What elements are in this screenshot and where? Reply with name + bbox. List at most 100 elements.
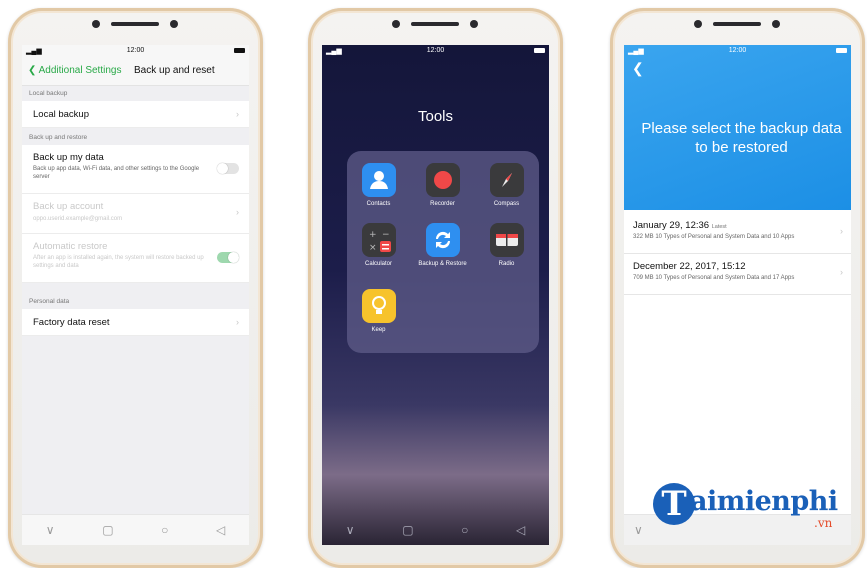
folder-title[interactable]: Tools: [322, 108, 549, 125]
backup-date: January 29, 12:36 Latest: [633, 220, 727, 231]
earpiece-speaker: [111, 22, 159, 26]
section-header-local-backup: Local backup: [29, 90, 68, 97]
sensor: [470, 20, 478, 28]
toggle-knob: [217, 163, 228, 174]
backup-date: December 22, 2017, 15:12: [633, 261, 746, 272]
settings-header: ❮ Additional Settings Back up and reset: [22, 57, 249, 86]
app-label: Recorder: [430, 201, 455, 207]
row-backup-account[interactable]: Back up account oppo.userid.example@gmai…: [22, 194, 249, 234]
svg-text:−: −: [382, 230, 390, 240]
app-label: Backup & Restore: [418, 261, 467, 267]
row-automatic-restore[interactable]: Automatic restore After an app is instal…: [22, 234, 249, 283]
tools-folder: Contacts Recorder Compass + − × Calculator: [347, 151, 539, 353]
backup-description: 322 MB 10 Types of Personal and System D…: [633, 234, 795, 240]
app-label: Contacts: [366, 201, 391, 207]
row-subtitle: Back up app data, Wi-Fi data, and other …: [33, 166, 200, 180]
app-compass[interactable]: Compass: [479, 163, 534, 208]
sync-icon: [425, 223, 460, 257]
app-label: Calculator: [364, 261, 392, 267]
app-recorder[interactable]: Recorder: [415, 163, 470, 208]
settings-screen: ▂▄▆ 12:00 ❮ Additional Settings Back up …: [22, 45, 249, 545]
phone-settings: ▂▄▆ 12:00 ❮ Additional Settings Back up …: [8, 8, 263, 568]
section-header-backup-restore: Back up and restore: [29, 134, 88, 141]
status-time: 12:00: [426, 47, 445, 54]
row-backup-my-data[interactable]: Back up my data Back up app data, Wi-Fi …: [22, 145, 249, 194]
restore-screen: ▂▄▆ 12:00 ❮ Please select the backup dat…: [624, 45, 851, 545]
row-label: Local backup: [33, 109, 89, 120]
svg-text:+: +: [369, 230, 377, 240]
app-label: Radio: [498, 261, 515, 267]
row-label: Automatic restore: [33, 241, 108, 252]
row-label: Factory data reset: [33, 317, 110, 328]
menu-nav-button[interactable]: ∨: [346, 523, 355, 537]
latest-badge: Latest: [711, 224, 727, 230]
app-contacts[interactable]: Contacts: [351, 163, 406, 208]
back-nav-button[interactable]: ◁: [516, 523, 525, 537]
backup-entry[interactable]: December 22, 2017, 15:12 709 MB 10 Types…: [624, 254, 851, 295]
sensor: [772, 20, 780, 28]
backup-toggle[interactable]: [217, 163, 239, 174]
status-bar: ▂▄▆ 12:00: [22, 45, 249, 57]
earpiece-speaker: [713, 22, 761, 26]
row-local-backup[interactable]: Local backup ›: [22, 101, 249, 128]
front-camera: [694, 20, 702, 28]
menu-nav-button[interactable]: ∨: [46, 523, 55, 537]
app-label: Compass: [493, 201, 520, 207]
chevron-right-icon: ›: [840, 226, 843, 236]
row-subtitle: After an app is installed again, the sys…: [33, 255, 204, 269]
status-bar: ▂▄▆ 12:00: [624, 45, 851, 57]
restore-prompt: Please select the backup data to be rest…: [641, 120, 842, 156]
backup-entry[interactable]: January 29, 12:36 Latest 322 MB 10 Types…: [624, 213, 851, 254]
chevron-right-icon: ›: [840, 267, 843, 277]
battery-icon: [234, 48, 245, 53]
row-factory-reset[interactable]: Factory data reset ›: [22, 309, 249, 336]
home-nav-button[interactable]: ○: [461, 523, 468, 537]
recents-nav-button[interactable]: ▢: [402, 523, 413, 537]
back-nav-button[interactable]: ◁: [216, 523, 225, 537]
chevron-right-icon: ›: [236, 109, 239, 119]
toggle-knob: [228, 252, 239, 263]
chevron-left-icon: ❮: [28, 65, 37, 76]
front-camera: [392, 20, 400, 28]
phone-tools-folder: ▂▄▆ 12:00 Tools Contacts Recorder Compas…: [308, 8, 563, 568]
logo-letter: T: [653, 483, 695, 525]
svg-text:×: ×: [369, 243, 377, 253]
back-label: Additional Settings: [38, 65, 122, 76]
chevron-right-icon: ›: [236, 207, 239, 217]
app-backup-restore[interactable]: Backup & Restore: [415, 223, 470, 268]
front-camera: [92, 20, 100, 28]
restore-header: ▂▄▆ 12:00 ❮ Please select the backup dat…: [624, 45, 851, 210]
backup-date-text: January 29, 12:36: [633, 220, 710, 231]
app-calculator[interactable]: + − × Calculator: [351, 223, 406, 268]
battery-icon: [534, 48, 545, 53]
recents-nav-button[interactable]: ▢: [102, 523, 113, 537]
row-subtitle: oppo.userid.example@gmail.com: [33, 216, 123, 222]
page-title: Back up and reset: [134, 65, 215, 76]
nav-bar: ∨ ▢ ○ ◁: [322, 515, 549, 545]
lightbulb-icon: [361, 289, 396, 323]
chevron-right-icon: ›: [236, 317, 239, 327]
menu-nav-button[interactable]: ∨: [634, 523, 643, 537]
app-radio[interactable]: Radio: [479, 223, 534, 268]
status-time: 12:00: [728, 47, 747, 54]
section-header-personal-data: Personal data: [29, 298, 70, 305]
app-keep[interactable]: Keep: [351, 289, 406, 334]
home-nav-button[interactable]: ○: [161, 523, 168, 537]
contacts-icon: [361, 163, 396, 197]
status-bar: ▂▄▆ 12:00: [322, 45, 549, 57]
row-label: Back up my data: [33, 152, 104, 163]
back-button[interactable]: ❮ Additional Settings: [28, 65, 121, 76]
restore-toggle[interactable]: [217, 252, 239, 263]
home-screen: ▂▄▆ 12:00 Tools Contacts Recorder Compas…: [322, 45, 549, 545]
radio-icon: [489, 223, 524, 257]
compass-icon: [489, 163, 524, 197]
backup-description: 709 MB 10 Types of Personal and System D…: [633, 275, 795, 281]
logo-name: aimienphi: [690, 486, 838, 517]
status-time: 12:00: [126, 47, 145, 54]
nav-bar: ∨ ▢ ○ ◁: [22, 514, 249, 545]
back-arrow-icon[interactable]: ❮: [632, 60, 644, 77]
recorder-icon: [425, 163, 460, 197]
sensor: [170, 20, 178, 28]
watermark-logo: T aimienphi .vn: [653, 483, 853, 533]
battery-icon: [836, 48, 847, 53]
